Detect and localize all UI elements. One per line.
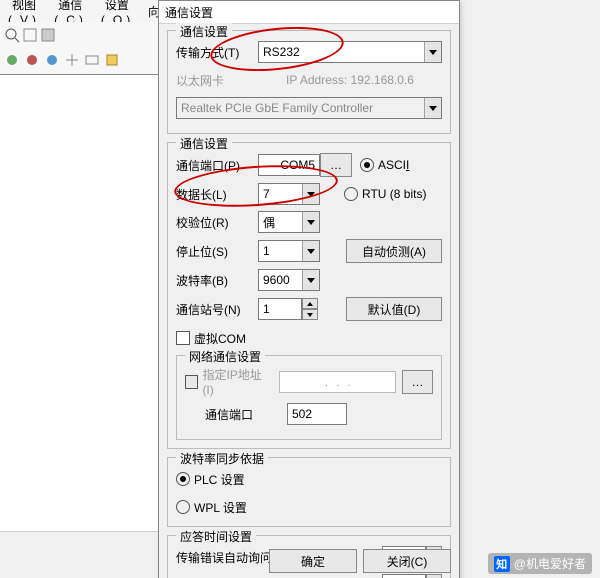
baud-label: 波特率(B) (176, 272, 258, 289)
auto-detect-button[interactable]: 自动侦测(A) (346, 239, 442, 263)
tool-icon[interactable] (24, 52, 40, 71)
watermark: 知 @机电爱好者 (488, 553, 592, 574)
baud-combo[interactable]: 9600 (258, 269, 320, 291)
virtual-com-checkbox[interactable]: 虚拟COM (176, 330, 246, 347)
status-bar (0, 531, 160, 556)
stop-bits-label: 停止位(S) (176, 243, 258, 260)
parity-label: 校验位(R) (176, 214, 258, 231)
ip-browse-button: … (402, 370, 433, 394)
zhihu-icon: 知 (494, 556, 510, 572)
com-port-label: 通信端口(P) (176, 157, 258, 174)
tool-icon[interactable] (64, 52, 80, 71)
chevron-down-icon (302, 212, 319, 232)
wpl-setting-radio[interactable]: WPL 设置 (176, 499, 247, 516)
group-legend: 通信设置 (176, 23, 232, 40)
interval-spinner[interactable]: 3 (382, 574, 442, 578)
main-menu: 视图(V) 通信(C) 设置(O) 向 (0, 0, 164, 23)
data-length-combo[interactable]: 7 (258, 183, 320, 205)
data-length-label: 数据长(L) (176, 186, 258, 203)
chevron-down-icon (424, 42, 441, 62)
assign-ip-checkbox: 指定IP地址(I) (185, 366, 270, 397)
toolbar-1 (0, 22, 164, 49)
ip-address-field: ... (279, 371, 396, 393)
com-port-combo[interactable]: COM5 (258, 154, 320, 176)
spin-up-icon[interactable] (426, 574, 442, 578)
group-legend: 网络通信设置 (185, 348, 265, 365)
group-connection: 通信设置 传输方式(T) RS232 以太网卡 IP Address: 192.… (167, 30, 451, 134)
plc-setting-radio[interactable]: PLC 设置 (176, 471, 245, 488)
close-button[interactable]: 关闭(C) (363, 549, 451, 573)
ok-button[interactable]: 确定 (269, 549, 357, 573)
station-spinner[interactable]: 1 (258, 298, 318, 320)
tool-icon[interactable] (22, 27, 38, 43)
spin-down-icon[interactable] (302, 309, 318, 320)
group-legend: 应答时间设置 (176, 528, 256, 545)
tool-icon[interactable] (44, 52, 60, 71)
chevron-down-icon (302, 241, 319, 261)
spin-up-icon[interactable] (302, 298, 318, 309)
tool-icon[interactable] (40, 27, 56, 43)
ethernet-label: 以太网卡 (176, 72, 258, 89)
default-button[interactable]: 默认值(D) (346, 297, 442, 321)
ascii-radio[interactable]: ASCII (360, 158, 409, 172)
net-port-label: 通信端口 (205, 406, 287, 423)
transfer-mode-combo[interactable]: RS232 (258, 41, 442, 63)
toolbar-2 (0, 48, 164, 75)
group-serial: 通信设置 通信端口(P) COM5 … ASCII 数据长(L) 7 (167, 142, 451, 449)
com-port-browse-button[interactable]: … (320, 153, 352, 177)
group-baud-sync: 波特率同步依据 PLC 设置 WPL 设置 (167, 457, 451, 527)
transfer-mode-label: 传输方式(T) (176, 44, 258, 61)
net-port-input[interactable]: 502 (287, 403, 347, 425)
tool-icon[interactable] (84, 52, 100, 71)
group-legend: 波特率同步依据 (176, 450, 268, 467)
chevron-down-icon (302, 184, 319, 204)
ethernet-adapter-combo: Realtek PCIe GbE Family Controller (176, 97, 442, 119)
station-label: 通信站号(N) (176, 301, 258, 318)
ip-readout: IP Address: 192.168.0.6 (258, 73, 442, 87)
stop-bits-combo[interactable]: 1 (258, 240, 320, 262)
dialog-title: 通信设置 (159, 1, 459, 24)
comm-settings-dialog: 通信设置 通信设置 传输方式(T) RS232 以太网卡 IP Address:… (158, 0, 460, 578)
document-area (0, 74, 161, 532)
app-root: 视图(V) 通信(C) 设置(O) 向 通信设置 通信设置 传输方式(T) RS… (0, 0, 600, 578)
tool-icon[interactable] (4, 52, 20, 71)
tool-icon[interactable] (104, 52, 120, 71)
group-legend: 通信设置 (176, 135, 232, 152)
group-network: 网络通信设置 指定IP地址(I) ... … 通信端口 502 (176, 355, 442, 440)
chevron-down-icon (302, 270, 319, 290)
tool-icon[interactable] (4, 27, 20, 43)
rtu-radio[interactable]: RTU (8 bits) (344, 187, 426, 201)
chevron-down-icon (424, 98, 441, 118)
parity-combo[interactable]: 偶 (258, 211, 320, 233)
